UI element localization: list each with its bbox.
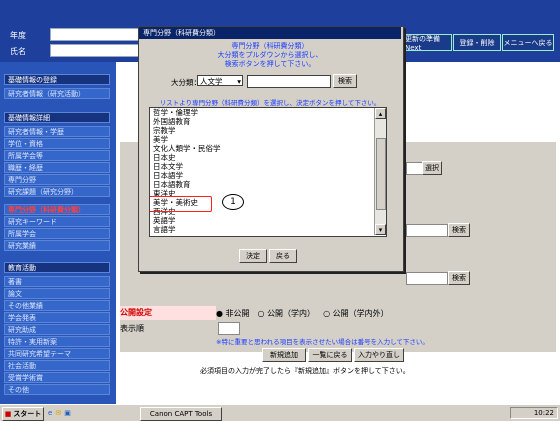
dialog-title-bar: 専門分野（科研費分類） <box>139 27 401 39</box>
sidebar-item-2[interactable]: 基礎情報詳細 <box>4 112 110 123</box>
list-item[interactable]: 美学 <box>153 135 168 144</box>
order-note: ※特に重要と思われる項目を表示させたい場合は番号を入力して下さい。 <box>216 338 429 346</box>
ie-icon[interactable]: e <box>48 407 52 419</box>
year-field[interactable] <box>50 28 140 41</box>
sidebar-item-1[interactable]: 研究者情報（研究活動） <box>4 88 110 99</box>
subject-dialog: 専門分野（科研費分類） 専門分野（科研費分類） 大分類をプルダウンから選択し、 … <box>138 26 404 272</box>
search-button-1[interactable]: 検索 <box>448 223 470 237</box>
quick-launch: e ✉ ▣ <box>48 407 71 419</box>
name-label: 氏名 <box>10 47 26 56</box>
chevron-down-icon: ▾ <box>237 77 241 86</box>
list-instruction: リストより専門分野（科研費分類）を選択し、決定ボタンを押して下さい。 <box>159 99 381 107</box>
sidebar-item-19[interactable]: 特許・実用新案 <box>4 336 110 347</box>
sidebar-item-8[interactable]: 研究課題（研究分野） <box>4 186 110 197</box>
sidebar-item-0[interactable]: 基礎情報の登録 <box>4 74 110 85</box>
list-item[interactable]: 外国語教育 <box>153 117 191 126</box>
public-options: ● 非公開 ○ 公開（学内） ○ 公開（学内外） <box>216 306 556 320</box>
listbox-scrollbar[interactable]: ▴ ▾ <box>374 108 386 235</box>
keyword-input[interactable] <box>247 75 331 88</box>
list-item[interactable]: 日本文学 <box>153 162 183 171</box>
list-item[interactable]: 宗教学 <box>153 126 176 135</box>
radio-external[interactable]: ○ 公開（学内外） <box>323 308 389 319</box>
taskbar-canon-capt[interactable]: Canon CAPT Tools <box>140 407 222 421</box>
category-value: 人文学 <box>200 77 223 86</box>
list-item[interactable]: 英語学 <box>153 216 176 225</box>
outlook-icon[interactable]: ✉ <box>55 407 61 419</box>
sidebar: 基礎情報の登録 研究者情報（研究活動） 基礎情報詳細 研究者情報・学歴 学位・資… <box>0 62 116 404</box>
sidebar-item-9[interactable]: 専門分野（科研費分類） <box>4 204 110 215</box>
radio-private[interactable]: ● 非公開 <box>216 308 250 319</box>
dialog-search-button[interactable]: 検索 <box>333 74 357 88</box>
year-label: 年度 <box>10 31 26 40</box>
list-item[interactable]: 言語学 <box>153 225 176 234</box>
scroll-down-icon[interactable]: ▾ <box>375 224 386 235</box>
dialog-instruction-2: 検索ボタンを押して下さい。 <box>224 60 316 68</box>
back-list-button[interactable]: 一覧に戻る <box>308 348 352 362</box>
start-label: スタート <box>13 410 42 418</box>
sidebar-item-23[interactable]: その他 <box>4 384 110 395</box>
start-button[interactable]: ■ スタート <box>2 407 44 421</box>
task-label: Canon CAPT Tools <box>149 410 213 418</box>
sidebar-item-4[interactable]: 学位・資格 <box>4 138 110 149</box>
next-button[interactable]: 更新の準備 Next <box>404 34 452 52</box>
sidebar-item-10[interactable]: 研究キーワード <box>4 216 110 227</box>
sidebar-item-6[interactable]: 職歴・経歴 <box>4 162 110 173</box>
sidebar-item-16[interactable]: その他業績 <box>4 300 110 311</box>
list-item[interactable]: 文化人類学・民俗学 <box>153 144 221 153</box>
list-item[interactable]: 日本史 <box>153 153 176 162</box>
sidebar-item-7[interactable]: 専門分野 <box>4 174 110 185</box>
list-item[interactable]: 哲学・倫理学 <box>153 108 198 117</box>
public-label: 公開設定 <box>120 306 216 320</box>
sidebar-item-21[interactable]: 社会活動 <box>4 360 110 371</box>
ok-button[interactable]: 決定 <box>239 249 267 263</box>
taskbar: ■ スタート e ✉ ▣ Canon CAPT Tools 10:22 <box>0 404 560 421</box>
subject-listbox[interactable]: 哲学・倫理学 外国語教育 宗教学 美学 文化人類学・民俗学 日本史 日本文学 日… <box>149 107 387 237</box>
register-button[interactable]: 登録・削除 <box>453 34 501 51</box>
reset-button[interactable]: 入力やり直し <box>354 348 404 362</box>
sidebar-item-22[interactable]: 受賞学術賞 <box>4 372 110 383</box>
footer-note: 必須項目の入力が完了したら『新規追加』ボタンを押して下さい。 <box>200 367 410 375</box>
menu-button[interactable]: メニューへ戻る <box>502 34 554 51</box>
windows-logo-icon: ■ <box>4 410 12 418</box>
new-add-button[interactable]: 新規追加 <box>262 348 306 362</box>
search-button-2[interactable]: 検索 <box>448 271 470 285</box>
list-item[interactable]: 日本語学 <box>153 171 183 180</box>
sidebar-item-17[interactable]: 学会発表 <box>4 312 110 323</box>
sidebar-item-12[interactable]: 研究業績 <box>4 240 110 251</box>
dialog-title: 専門分野（科研費分類） <box>143 29 220 37</box>
order-input[interactable] <box>218 322 240 335</box>
sidebar-item-11[interactable]: 所属学会 <box>4 228 110 239</box>
sidebar-item-5[interactable]: 所属学会等 <box>4 150 110 161</box>
order-label: 表示順 <box>120 324 144 333</box>
sidebar-item-18[interactable]: 研究助成 <box>4 324 110 335</box>
scroll-thumb[interactable] <box>376 138 386 210</box>
sidebar-item-3[interactable]: 研究者情報・学歴 <box>4 126 110 137</box>
sidebar-item-14[interactable]: 著書 <box>4 276 110 287</box>
annotation-circle: 1 <box>222 194 244 210</box>
name-field[interactable] <box>50 44 140 57</box>
back-button[interactable]: 戻る <box>269 249 297 263</box>
sidebar-item-20[interactable]: 共同研究希望テーマ <box>4 348 110 359</box>
search-field-2[interactable] <box>406 272 448 285</box>
category-select[interactable]: 人文学 ▾ <box>197 75 243 86</box>
sidebar-item-15[interactable]: 論文 <box>4 288 110 299</box>
radio-internal[interactable]: ○ 公開（学内） <box>258 308 316 319</box>
clock: 10:22 <box>533 409 554 417</box>
selection-highlight <box>150 196 212 212</box>
search-field-1[interactable] <box>406 224 448 237</box>
system-tray: 10:22 <box>510 407 558 419</box>
list-item[interactable]: 日本語教育 <box>153 180 191 189</box>
desktop-icon[interactable]: ▣ <box>64 407 71 419</box>
select-button[interactable]: 選択 <box>422 161 442 175</box>
scroll-up-icon[interactable]: ▴ <box>375 108 386 119</box>
sidebar-item-13[interactable]: 教育活動 <box>4 262 110 273</box>
